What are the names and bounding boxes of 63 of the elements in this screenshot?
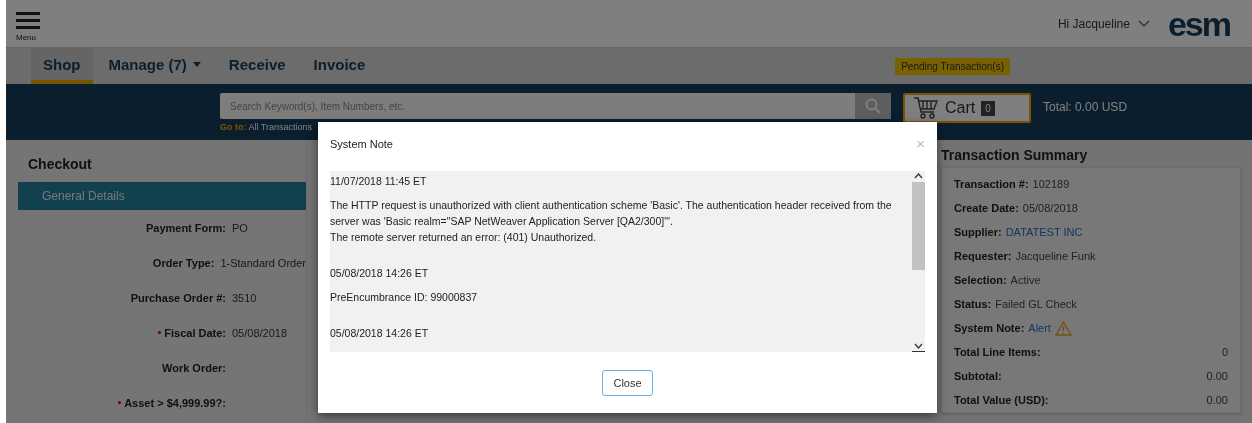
goto-label: Go to: xyxy=(220,122,247,132)
summary-label: Selection: xyxy=(954,274,1007,286)
cart-total: Total: 0.00 USD xyxy=(1043,100,1128,114)
summary-label: Status: xyxy=(954,298,992,310)
field-value: 1-Standard Order xyxy=(220,256,306,269)
close-button[interactable]: × xyxy=(916,136,925,151)
cart-count: 0 xyxy=(981,100,995,116)
summary-value: Jacqueline Funk xyxy=(1015,250,1096,262)
summary-amount: 0 xyxy=(1221,346,1228,358)
summary-value: Active xyxy=(1010,274,1041,286)
note-timestamp: 11/07/2018 11:45 ET xyxy=(330,175,428,187)
scroll-down-icon xyxy=(914,343,923,349)
summary-label: Create Date: xyxy=(954,202,1019,214)
summary-label: System Note: xyxy=(954,322,1025,334)
summary-label: Subtotal: xyxy=(954,370,1002,382)
note-timestamp: 05/08/2018 14:26 ET xyxy=(330,267,430,279)
summary-label: Requester: xyxy=(954,250,1012,262)
note-text: The HTTP request is unauthorized with client authentication scheme 'Basic'. The authentication header received from the server was 'Basic realm="SAP NetWeaver Application Server [QA2/300]"'. The remote server returned an error: (401) Unauthorized. xyxy=(330,198,893,245)
user-menu[interactable]: Hi Jacqueline xyxy=(1057,16,1150,31)
nav-tab[interactable]: Invoice xyxy=(301,48,378,84)
field-label: Work Order: xyxy=(162,361,226,374)
summary-amount: 0.00 xyxy=(1206,370,1228,382)
supplier-link[interactable]: DATATEST INC xyxy=(1005,226,1083,238)
field-label: Fiscal Date: xyxy=(164,326,226,339)
menu-icon xyxy=(16,11,40,30)
logo: esm xyxy=(1167,6,1230,41)
cart-icon xyxy=(913,96,939,120)
alert-link[interactable]: Alert xyxy=(1028,322,1051,334)
field-value: 05/08/2018 xyxy=(232,326,288,339)
summary-title: Transaction Summary xyxy=(941,146,1089,165)
nav-tab[interactable]: Shop xyxy=(31,48,93,84)
field-value: 3510 xyxy=(232,291,257,304)
field-label: Asset > $4,999.99?: xyxy=(124,396,226,409)
search-icon xyxy=(865,98,881,114)
pending-badge[interactable]: Pending Transaction(s) xyxy=(895,57,1010,75)
field-label: Order Type: xyxy=(152,256,215,269)
summary-label: Supplier: xyxy=(954,226,1002,238)
summary-value: Failed GL Check xyxy=(995,298,1077,310)
summary-label: Transaction #: xyxy=(954,178,1029,190)
scroll-up-icon xyxy=(914,173,923,179)
field-label: Purchase Order #: xyxy=(130,291,226,304)
note-timestamp: 05/08/2018 14:26 ET xyxy=(330,327,430,339)
section-header[interactable]: General Details xyxy=(18,182,306,210)
checkout-title: Checkout xyxy=(27,155,93,174)
summary-value: 102189 xyxy=(1032,178,1070,190)
field-value: PO xyxy=(232,221,248,234)
summary-label: Total Line Items: xyxy=(954,346,1041,358)
menu-button[interactable]: Menu xyxy=(16,5,40,42)
note-text: PreEncumbrance ID: 99000837 xyxy=(330,290,479,305)
summary-label: Total Value (USD): xyxy=(954,394,1049,406)
warning-icon xyxy=(1054,320,1072,336)
cart-button[interactable]: Cart 0 xyxy=(903,93,1031,123)
search-button[interactable] xyxy=(855,93,891,119)
summary-amount: 0.00 xyxy=(1206,394,1228,406)
summary-value: 05/08/2018 xyxy=(1022,202,1078,214)
close-dialog-button[interactable]: Close xyxy=(602,369,653,396)
goto-link[interactable]: All Transactions xyxy=(248,122,313,132)
field-label: Payment Form: xyxy=(145,221,226,234)
chevron-down-icon xyxy=(1137,19,1150,28)
dialog-title: System Note xyxy=(330,137,393,150)
nav-tab[interactable]: Manage (7) xyxy=(96,48,213,84)
nav-tab[interactable]: Receive xyxy=(216,48,298,84)
scrollbar[interactable] xyxy=(912,171,925,352)
